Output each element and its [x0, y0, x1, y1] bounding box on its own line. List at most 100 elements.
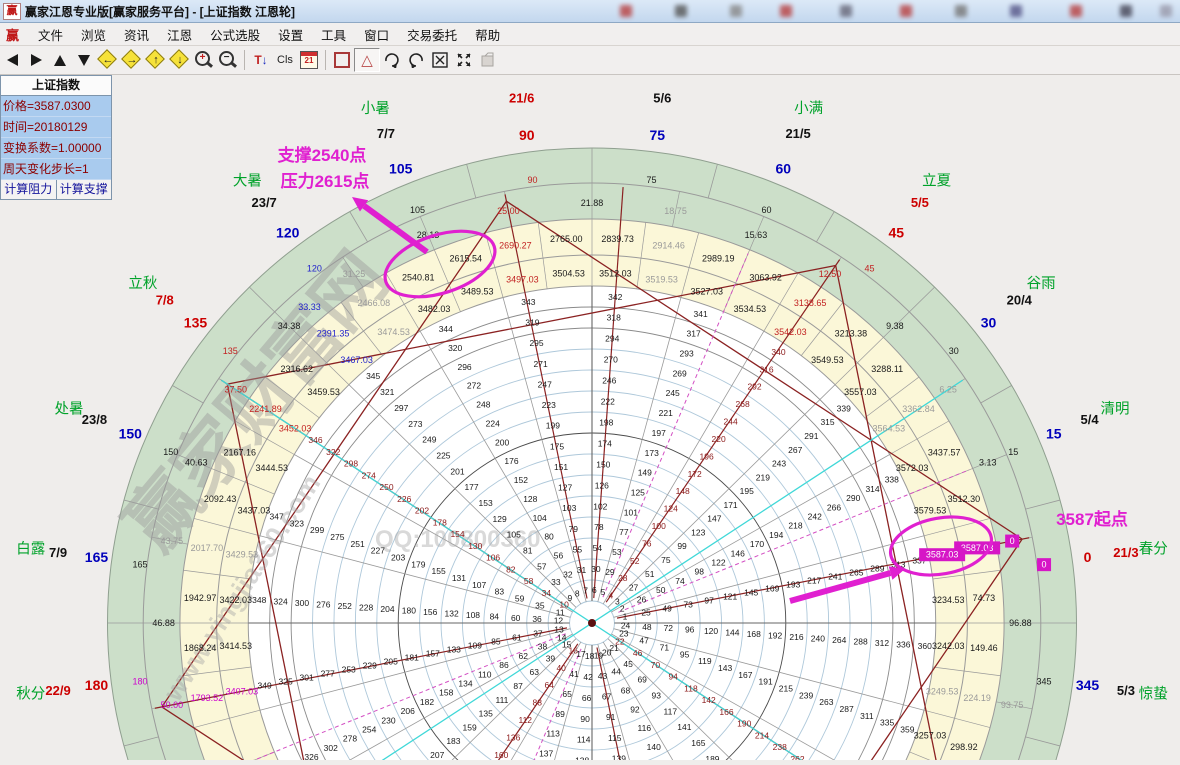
- blurred-tab: [900, 5, 912, 17]
- spiral-number: 262: [790, 754, 804, 760]
- spiral-number: 289: [870, 564, 884, 574]
- price-ring-inner-value: 3489.53: [461, 287, 494, 297]
- boxed-x-icon[interactable]: [428, 49, 452, 71]
- spiral-number: 325: [279, 676, 293, 686]
- outer-degree-label: 150: [119, 425, 143, 441]
- spiral-number: 30: [591, 564, 601, 574]
- calc-resistance-button[interactable]: 计算阻力: [1, 180, 57, 199]
- spiral-number: 153: [479, 498, 493, 508]
- spiral-number: 275: [330, 532, 344, 542]
- spiral-number: 317: [687, 329, 701, 339]
- annotation-text: 压力2615点: [281, 171, 370, 191]
- annotation-text: 3587起点: [1056, 509, 1128, 529]
- rotate-ccw-icon[interactable]: [404, 49, 428, 71]
- price-ring-inner-value: 3519.53: [645, 275, 678, 285]
- spiral-number: 35: [535, 600, 545, 610]
- price-field[interactable]: 价格=3587.0300: [1, 96, 111, 117]
- spiral-number: 53: [612, 547, 622, 557]
- clear-tool-icon[interactable]: [476, 49, 500, 71]
- spiral-number: 89: [555, 709, 565, 719]
- spiral-number: 128: [523, 494, 537, 504]
- spiral-number: 359: [900, 724, 914, 734]
- center-cross-icon[interactable]: [452, 49, 476, 71]
- blurred-tab: [780, 5, 792, 17]
- nav-down-icon[interactable]: [72, 49, 96, 71]
- toolbar: ←→↑↓+−T↓Cls21 △: [0, 46, 1180, 75]
- nav-left-icon[interactable]: [0, 49, 24, 71]
- outer-degree-label: 345: [1076, 677, 1100, 693]
- price-ring-inner-value: 3504.53: [552, 269, 585, 279]
- price-ring-outer-value: 3512.30: [948, 494, 981, 504]
- blurred-tab: [955, 5, 967, 17]
- time-field[interactable]: 时间=20180129: [1, 117, 111, 138]
- spiral-number: 54: [593, 543, 603, 553]
- menu-item-0[interactable]: 文件: [29, 23, 72, 46]
- menu-item-8[interactable]: 交易委托: [398, 23, 466, 46]
- calc-support-button[interactable]: 计算支撑: [57, 180, 112, 199]
- spiral-number: 33: [551, 577, 561, 587]
- spiral-number: 315: [820, 417, 834, 427]
- spiral-number: 48: [642, 622, 652, 632]
- spiral-number: 148: [676, 486, 690, 496]
- menu-item-4[interactable]: 公式选股: [201, 23, 269, 46]
- spiral-number: 84: [490, 611, 500, 621]
- spiral-number: 77: [619, 527, 629, 537]
- menu-item-5[interactable]: 设置: [269, 23, 312, 46]
- menu-item-9[interactable]: 帮助: [466, 23, 509, 46]
- nav-right-icon[interactable]: [24, 49, 48, 71]
- spiral-number: 49: [662, 604, 672, 614]
- spiral-number: 137: [539, 748, 553, 758]
- spiral-number: 79: [569, 524, 579, 534]
- coef-field[interactable]: 变换系数=1.00000: [1, 138, 111, 159]
- menu-item-7[interactable]: 窗口: [355, 23, 398, 46]
- zoom-in-icon[interactable]: +: [192, 49, 216, 71]
- spiral-number: 165: [691, 738, 705, 748]
- spiral-number: 238: [773, 742, 787, 752]
- spiral-number: 240: [811, 633, 825, 643]
- outer-degree-label: 45: [888, 224, 904, 240]
- blurred-tab: [1160, 5, 1172, 17]
- price-ring-outer-value: 3437.57: [928, 448, 961, 458]
- degree-ring-start: 0: [1042, 560, 1047, 570]
- spiral-number: 169: [765, 584, 779, 594]
- menu-item-2[interactable]: 资讯: [115, 23, 158, 46]
- solar-term-label: 白露: [16, 541, 45, 558]
- menu-item-6[interactable]: 工具: [312, 23, 355, 46]
- price-ring-outer-value: 2391.35: [317, 329, 350, 339]
- triangle-tool-icon[interactable]: △: [354, 48, 380, 72]
- spiral-number: 51: [645, 569, 655, 579]
- spiral-number: 34: [542, 588, 552, 598]
- app-icon: 赢: [3, 3, 21, 20]
- spiral-number: 180: [402, 605, 416, 615]
- spiral-number: 150: [596, 459, 610, 469]
- date-label: 7/7: [377, 126, 395, 141]
- menu-item-3[interactable]: 江恩: [158, 23, 201, 46]
- diamond-left-icon[interactable]: ←: [96, 49, 120, 71]
- date-label: 23/7: [251, 195, 276, 210]
- diamond-up-icon[interactable]: ↑: [144, 49, 168, 71]
- spiral-number: 249: [422, 435, 436, 445]
- calendar-icon[interactable]: 21: [297, 49, 321, 71]
- spiral-number: 340: [771, 347, 785, 357]
- spiral-number: 133: [447, 644, 461, 654]
- square-tool-icon[interactable]: [330, 49, 354, 71]
- step-field[interactable]: 周天变化步长=1: [1, 159, 111, 180]
- spiral-number: 230: [381, 715, 395, 725]
- diamond-down-icon[interactable]: ↓: [168, 49, 192, 71]
- solar-term-label: 秋分: [16, 685, 45, 702]
- rotate-cw-icon[interactable]: [380, 49, 404, 71]
- diamond-right-icon[interactable]: →: [120, 49, 144, 71]
- spiral-number: 136: [506, 732, 520, 742]
- nav-up-icon[interactable]: [48, 49, 72, 71]
- spiral-number: 190: [737, 719, 751, 729]
- cls-button[interactable]: Cls: [273, 49, 297, 71]
- spiral-number: 294: [605, 334, 619, 344]
- menu-item-1[interactable]: 浏览: [72, 23, 115, 46]
- spiral-number: 245: [666, 388, 680, 398]
- price-ring-outer-value: 1942.97: [184, 593, 217, 603]
- fraction-ring-start: 0: [1010, 536, 1015, 546]
- vertical-scale-icon[interactable]: T↓: [249, 49, 273, 71]
- price-ring-outer-value: 1868.24: [184, 643, 217, 653]
- zoom-out-icon[interactable]: −: [216, 49, 240, 71]
- price-ring-inner-value: 3497.03: [506, 275, 539, 285]
